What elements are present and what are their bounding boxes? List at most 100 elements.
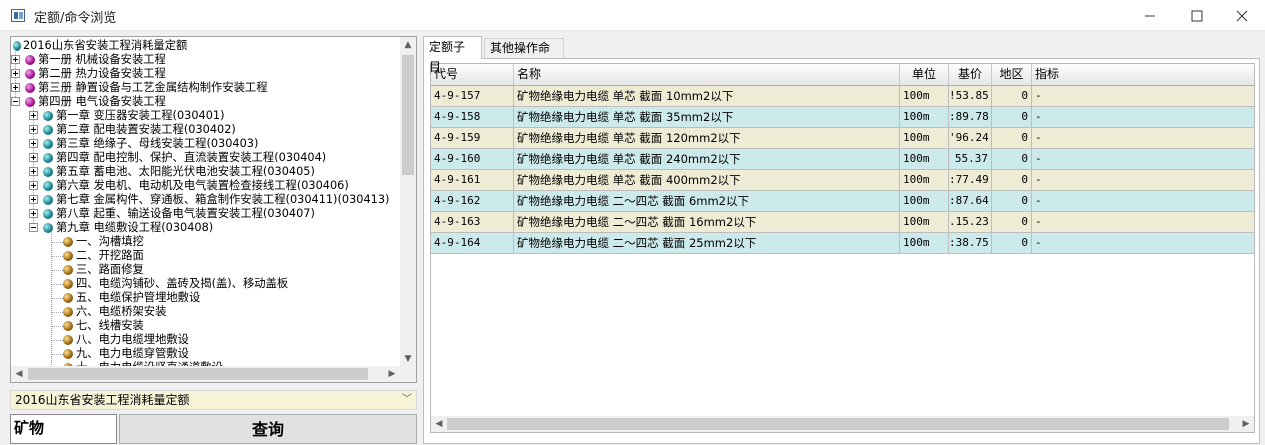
- tab-other-commands[interactable]: 其他操作命令: [484, 38, 564, 73]
- expand-plus-icon[interactable]: [29, 125, 38, 134]
- cell-region: 0: [992, 107, 1032, 127]
- expand-plus-icon[interactable]: [29, 167, 38, 176]
- grid-header: 代号 名称 单位 基价 地区 指标: [431, 64, 1254, 86]
- cell-region: 0: [992, 86, 1032, 106]
- cell-name: 矿物绝缘电力电缆 单芯 截面 35mm2以下: [514, 107, 900, 127]
- tree-connector-line: [51, 242, 63, 243]
- table-row[interactable]: 4-9-159 矿物绝缘电力电缆 单芯 截面 120mm2以下 100m '96.24…: [431, 128, 1254, 149]
- cell-index: -: [1035, 152, 1042, 165]
- cell-name: 矿物绝缘电力电缆 二～四芯 截面 25mm2以下: [514, 233, 900, 253]
- expand-plus-icon[interactable]: [29, 181, 38, 190]
- column-header-region[interactable]: 地区: [992, 64, 1032, 85]
- table-row[interactable]: 4-9-164 矿物绝缘电力电缆 二～四芯 截面 25mm2以下 100m:38.7…: [431, 233, 1254, 254]
- expand-plus-icon[interactable]: [29, 153, 38, 162]
- cell-price: :89.78: [949, 107, 992, 127]
- scroll-left-icon[interactable]: ◀: [431, 416, 447, 432]
- column-header-name[interactable]: 名称: [514, 64, 900, 85]
- table-row[interactable]: 4-9-161 矿物绝缘电力电缆 单芯 截面 400mm2以下 100m:77.49…: [431, 170, 1254, 191]
- scroll-right-icon[interactable]: ▶: [384, 366, 400, 382]
- cell-name: 矿物绝缘电力电缆 单芯 截面 240mm2以下: [514, 149, 900, 169]
- quota-grid[interactable]: 代号 名称 单位 基价 地区 指标 4-9-157 矿物绝缘电力电缆 单芯 截面 …: [430, 63, 1255, 433]
- leaf-node-icon: [63, 279, 73, 289]
- expand-plus-icon[interactable]: [29, 111, 38, 120]
- collapse-minus-icon[interactable]: [11, 97, 20, 106]
- column-header-code[interactable]: 代号: [431, 64, 514, 85]
- cell-price: 55.37: [949, 149, 992, 169]
- column-header-index[interactable]: 指标: [1032, 64, 1254, 85]
- tree-node-label: 第一册 机械设备安装工程: [38, 53, 166, 66]
- cell-unit: 100m: [900, 107, 949, 127]
- grid-horizontal-scrollbar[interactable]: ◀ ▶: [431, 416, 1254, 432]
- tree-connector-line: [51, 354, 63, 355]
- cell-index: -: [1035, 131, 1042, 144]
- column-header-unit[interactable]: 单位: [900, 64, 949, 85]
- scroll-thumb[interactable]: [28, 368, 368, 380]
- expand-plus-icon[interactable]: [11, 69, 20, 78]
- cell-unit: 100m: [900, 191, 949, 211]
- tree-node-label: 第七章 金属构件、穿通板、箱盒制作安装工程(030411)(030413): [56, 193, 390, 206]
- tree-node-label: 八、电力电缆埋地敷设: [76, 333, 189, 346]
- scroll-thumb[interactable]: [402, 55, 414, 175]
- cell-code: 4-9-159: [431, 128, 514, 148]
- tree-node-label: 二、开挖路面: [76, 249, 144, 262]
- cell-code: 4-9-164: [431, 233, 514, 253]
- folder-node-icon: [25, 69, 35, 79]
- cell-index: -: [1035, 236, 1042, 249]
- folder-node-icon: [43, 209, 53, 219]
- close-button[interactable]: [1219, 0, 1265, 31]
- cell-price: :38.75: [949, 233, 992, 253]
- query-button[interactable]: 查询: [119, 414, 417, 444]
- cell-price: !53.85: [949, 86, 992, 106]
- chevron-down-icon[interactable]: ﹀: [398, 391, 416, 409]
- tree-node-label: 第九章 电缆敷设工程(030408): [56, 221, 214, 234]
- expand-plus-icon[interactable]: [29, 195, 38, 204]
- scroll-down-icon[interactable]: ▼: [400, 351, 416, 367]
- tree-horizontal-scrollbar[interactable]: ◀ ▶: [11, 366, 400, 382]
- cell-index: -: [1035, 215, 1042, 228]
- expand-plus-icon[interactable]: [11, 55, 20, 64]
- cell-price: .15.23: [949, 212, 992, 232]
- scroll-right-icon[interactable]: ▶: [1238, 416, 1254, 432]
- table-row[interactable]: 4-9-157 矿物绝缘电力电缆 单芯 截面 10mm2以下 100m !53.85 0…: [431, 86, 1254, 107]
- table-row[interactable]: 4-9-160 矿物绝缘电力电缆 单芯 截面 240mm2以下 100m 55.37 0…: [431, 149, 1254, 170]
- tree-node-label: 第八章 起重、输送设备电气装置安装工程(030407): [56, 207, 315, 220]
- scroll-thumb[interactable]: [447, 418, 1229, 430]
- cell-name: 矿物绝缘电力电缆 二～四芯 截面 16mm2以下: [514, 212, 900, 232]
- cell-price: '96.24: [949, 128, 992, 148]
- tree-node-label: 三、路面修复: [76, 263, 144, 276]
- search-input[interactable]: 矿物: [10, 414, 117, 444]
- tree-vertical-scrollbar[interactable]: ▲ ▼: [400, 37, 416, 367]
- quota-tree[interactable]: 2016山东省安装工程消耗量定额 第一册 机械设备安装工程 第二册 热力设备安装工…: [10, 36, 417, 383]
- cell-region: 0: [992, 191, 1032, 211]
- expand-plus-icon[interactable]: [29, 209, 38, 218]
- tree-node-label: 第二册 热力设备安装工程: [38, 67, 166, 80]
- expand-plus-icon[interactable]: [11, 83, 20, 92]
- cell-code: 4-9-158: [431, 107, 514, 127]
- scroll-up-icon[interactable]: ▲: [400, 37, 416, 53]
- tree-root-label: 2016山东省安装工程消耗量定额: [23, 39, 188, 52]
- expand-plus-icon[interactable]: [29, 139, 38, 148]
- collapse-minus-icon[interactable]: [29, 223, 38, 232]
- tab-quota-items[interactable]: 定额子目: [423, 36, 482, 74]
- library-combo[interactable]: 2016山东省安装工程消耗量定额 ﹀: [10, 390, 417, 410]
- folder-node-icon: [25, 83, 35, 93]
- table-row[interactable]: 4-9-158 矿物绝缘电力电缆 单芯 截面 35mm2以下 100m:89.78 0…: [431, 107, 1254, 128]
- tree-node-label: 第五章 蓄电池、太阳能光伏电池安装工程(030405): [56, 165, 315, 178]
- maximize-button[interactable]: [1174, 0, 1220, 31]
- column-header-price[interactable]: 基价: [949, 64, 992, 85]
- tree-node-label: 第一章 变压器安装工程(030401): [56, 109, 225, 122]
- cell-unit: 100m: [900, 170, 949, 190]
- scroll-left-icon[interactable]: ◀: [11, 366, 27, 382]
- library-combo-value: 2016山东省安装工程消耗量定额: [15, 393, 190, 407]
- cell-name: 矿物绝缘电力电缆 二～四芯 截面 6mm2以下: [514, 191, 900, 211]
- cell-region: 0: [992, 233, 1032, 253]
- table-row[interactable]: 4-9-162 矿物绝缘电力电缆 二～四芯 截面 6mm2以下 100m:87.64…: [431, 191, 1254, 212]
- leaf-node-icon: [63, 251, 73, 261]
- tree-connector-line: [51, 231, 52, 371]
- table-row[interactable]: 4-9-163 矿物绝缘电力电缆 二～四芯 截面 16mm2以下 100m .15.2…: [431, 212, 1254, 233]
- leaf-node-icon: [63, 307, 73, 317]
- leaf-node-icon: [63, 321, 73, 331]
- cell-index: -: [1035, 110, 1042, 123]
- leaf-node-icon: [63, 349, 73, 359]
- minimize-button[interactable]: [1127, 0, 1173, 31]
